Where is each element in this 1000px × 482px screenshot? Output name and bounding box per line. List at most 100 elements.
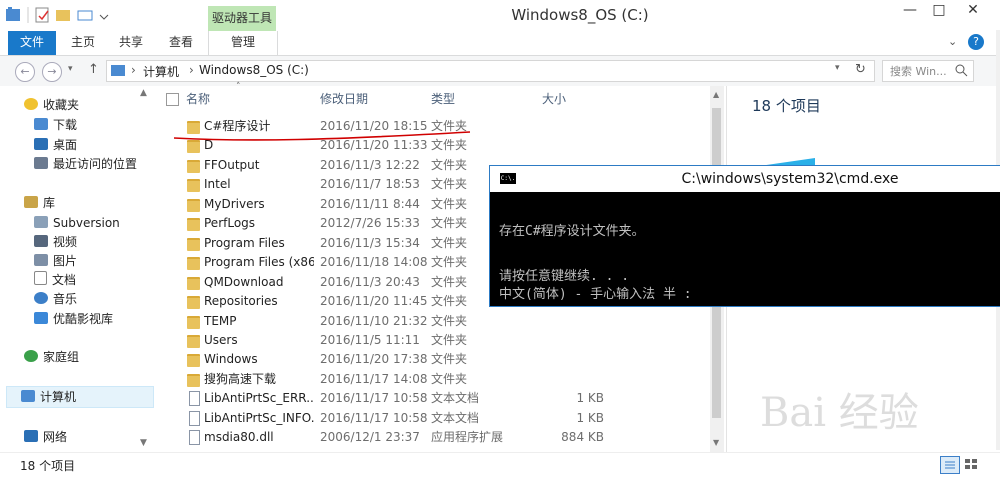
nav-music[interactable]: 音乐 — [34, 290, 77, 308]
large-icons-view-button[interactable] — [962, 456, 980, 472]
refresh-button[interactable]: ↻ — [855, 62, 866, 77]
nav-youku[interactable]: 优酷影视库 — [34, 310, 113, 328]
breadcrumb-computer[interactable]: 计算机 — [143, 63, 179, 80]
column-type[interactable]: 类型 — [431, 88, 455, 110]
column-name[interactable]: 名称 — [186, 88, 210, 110]
ribbon-expand-icon[interactable]: ⌄ — [948, 35, 962, 49]
search-input[interactable]: 搜索 Win... — [882, 60, 974, 82]
maximize-button[interactable]: □ — [925, 0, 953, 22]
file-date: 2016/11/17 14:08 — [320, 372, 428, 386]
file-type: 文件夹 — [431, 294, 468, 308]
file-name: LibAntiPrtSc_ERR... — [204, 391, 314, 405]
cmd-title-bar[interactable]: C:\. C:\windows\system32\cmd.exe — [490, 166, 1000, 192]
folder-icon — [187, 199, 200, 212]
download-folder-icon — [34, 118, 48, 130]
file-date: 2016/11/17 10:58 — [320, 391, 428, 405]
title-bar: 驱动器工具 Windows8_OS (C:) — □ ✕ — [0, 0, 1000, 31]
file-date: 2016/11/20 11:45 — [320, 294, 428, 308]
file-date: 2016/11/20 17:38 — [320, 352, 428, 366]
file-name: Windows — [204, 352, 258, 366]
file-date: 2012/7/26 15:33 — [320, 216, 420, 230]
nav-downloads[interactable]: 下载 — [34, 116, 77, 134]
search-placeholder: 搜索 Win... — [890, 65, 947, 78]
file-date: 2016/11/7 18:53 — [320, 177, 420, 191]
youku-library-icon — [34, 312, 48, 324]
column-date[interactable]: 修改日期 — [320, 88, 368, 110]
nav-favorites[interactable]: 收藏夹 — [24, 96, 79, 114]
close-button[interactable]: ✕ — [953, 0, 993, 22]
file-type: 文件夹 — [431, 158, 468, 172]
table-row[interactable]: LibAntiPrtSc_ERR... 2016/11/17 10:58 文本文档 1… — [160, 389, 708, 408]
nav-libraries[interactable]: 库 — [24, 194, 55, 212]
subversion-library-icon — [34, 216, 48, 228]
nav-desktop[interactable]: 桌面 — [34, 136, 77, 154]
folder-icon — [187, 296, 200, 309]
table-row[interactable]: Users 2016/11/5 11:11 文件夹 — [160, 331, 708, 350]
folder-icon — [187, 160, 200, 173]
scroll-down-icon[interactable]: ▼ — [713, 438, 719, 447]
nav-pictures[interactable]: 图片 — [34, 252, 77, 270]
back-button[interactable]: ← — [15, 62, 35, 82]
cmd-title: C:\windows\system32\cmd.exe — [681, 171, 899, 187]
file-name: 搜狗高速下载 — [204, 372, 277, 386]
tab-home[interactable]: 主页 — [64, 31, 102, 55]
table-row[interactable]: 搜狗高速下载 2016/11/17 14:08 文件夹 — [160, 370, 708, 389]
address-dropdown-icon[interactable]: ▾ — [835, 63, 840, 73]
minimize-button[interactable]: — — [895, 0, 925, 22]
file-type: 应用程序扩展 — [431, 430, 504, 444]
tab-manage[interactable]: 管理 — [208, 31, 278, 55]
nav-documents[interactable]: 文档 — [34, 271, 76, 289]
file-type: 文件夹 — [431, 197, 468, 211]
table-row[interactable]: TEMP 2016/11/10 21:32 文件夹 — [160, 312, 708, 331]
recent-locations-icon[interactable]: ▾ — [68, 64, 73, 74]
quick-access-toolbar — [6, 7, 109, 23]
window-title: Windows8_OS (C:) — [511, 6, 649, 24]
scroll-up-icon[interactable]: ▲ — [713, 90, 719, 99]
address-bar[interactable]: › 计算机 › Windows8_OS (C:) ▾ ↻ — [106, 60, 875, 82]
nav-subversion[interactable]: Subversion — [34, 214, 120, 232]
details-view-button[interactable] — [940, 456, 960, 474]
table-row[interactable]: msdia80.dll 2006/12/1 23:37 应用程序扩展 884 KB — [160, 428, 708, 447]
folder-icon — [187, 374, 200, 387]
star-icon — [24, 98, 38, 110]
folder-icon — [187, 277, 200, 290]
file-name: LibAntiPrtSc_INFO... — [204, 411, 314, 425]
rename-icon — [77, 10, 93, 21]
annotation-underline — [173, 131, 471, 141]
ribbon-tab-bar — [0, 31, 1000, 56]
forward-button[interactable]: → — [42, 62, 62, 82]
file-date: 2016/11/3 15:34 — [320, 236, 420, 250]
select-all-checkbox[interactable] — [166, 93, 179, 106]
table-row[interactable]: LibAntiPrtSc_INFO... 2016/11/17 10:58 文本文档… — [160, 409, 708, 428]
nav-scroll-up-icon[interactable]: ▲ — [140, 88, 147, 98]
music-icon — [34, 292, 48, 304]
file-date: 2006/12/1 23:37 — [320, 430, 420, 444]
file-name: QMDownload — [204, 275, 284, 289]
tab-share[interactable]: 共享 — [112, 31, 150, 55]
nav-homegroup[interactable]: 家庭组 — [24, 348, 79, 366]
homegroup-icon — [24, 350, 38, 362]
video-icon — [34, 235, 48, 247]
breadcrumb-drive[interactable]: Windows8_OS (C:) — [199, 63, 309, 77]
column-size[interactable]: 大小 — [542, 88, 566, 110]
nav-scroll-down-icon[interactable]: ▼ — [140, 438, 147, 448]
nav-videos[interactable]: 视频 — [34, 233, 77, 251]
file-date: 2016/11/10 21:32 — [320, 314, 428, 328]
file-name: Program Files — [204, 236, 285, 250]
sort-ascending-icon: ˄ — [236, 82, 241, 92]
file-name: FFOutput — [204, 158, 260, 172]
file-name: PerfLogs — [204, 216, 256, 230]
cmd-icon: C:\. — [500, 173, 516, 184]
search-icon — [955, 64, 968, 77]
tab-view[interactable]: 查看 — [162, 31, 200, 55]
file-type: 文件夹 — [431, 314, 468, 328]
nav-recent[interactable]: 最近访问的位置 — [34, 155, 137, 173]
help-button[interactable]: ? — [968, 34, 984, 50]
tab-file[interactable]: 文件 — [8, 31, 56, 55]
nav-network[interactable]: 网络 — [24, 428, 67, 446]
computer-icon — [21, 390, 35, 402]
table-row[interactable]: Windows 2016/11/20 17:38 文件夹 — [160, 350, 708, 369]
nav-computer-selected[interactable]: 计算机 — [6, 386, 154, 408]
up-button[interactable]: ↑ — [88, 62, 99, 77]
computer-icon — [111, 65, 125, 76]
